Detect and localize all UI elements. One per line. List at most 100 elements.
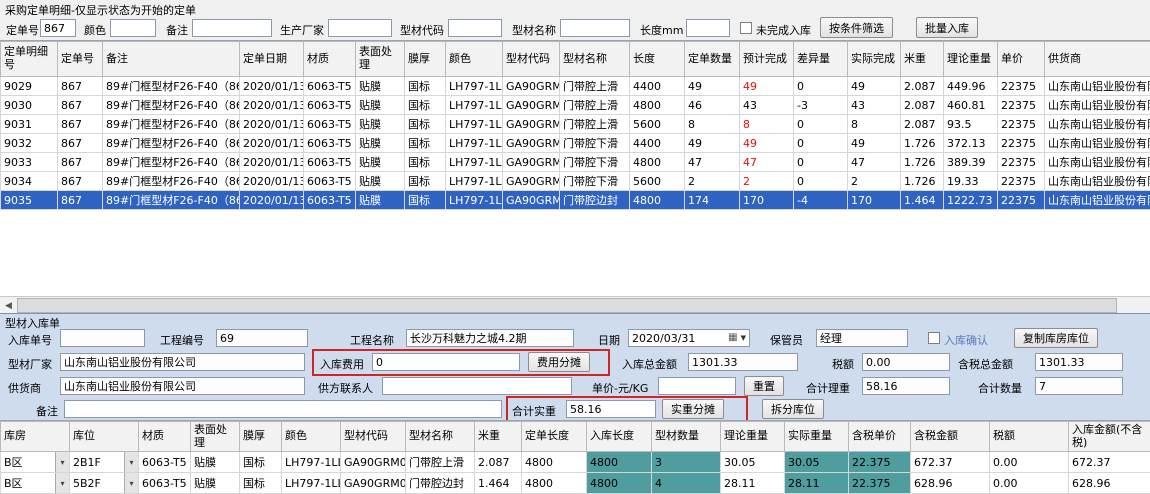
cell[interactable]: 174 [685,191,740,210]
cell[interactable]: 8 [740,115,794,134]
supplier-input[interactable] [60,377,305,395]
cell[interactable]: 2.087 [901,77,944,96]
cell[interactable]: 0.00 [990,473,1069,494]
cell[interactable]: 6063-T5 [139,452,191,473]
cell[interactable]: GA90GRM03 [503,115,560,134]
cell[interactable]: 2.087 [475,452,522,473]
scrollbar-thumb[interactable] [17,298,1117,313]
cell[interactable]: -4 [794,191,848,210]
unit-price-input[interactable] [658,377,736,395]
cell[interactable]: 672.37 [911,452,990,473]
cell[interactable]: 贴膜 [356,153,405,172]
cell[interactable]: LH797-1LL0 [446,115,503,134]
cell[interactable]: 山东南山铝业股份有限公司 [1045,96,1150,115]
cell[interactable]: 22375 [998,134,1045,153]
profile-name-input[interactable] [560,19,630,37]
calendar-icon[interactable]: ▦ [728,333,737,343]
cell[interactable]: 门带腔上滑 [560,96,630,115]
cell[interactable]: 43 [740,96,794,115]
cell[interactable]: 22.375 [849,452,911,473]
cell[interactable]: 1.726 [901,153,944,172]
cell[interactable]: LH797-1LL0 [282,473,341,494]
color-input[interactable] [110,19,156,37]
cell[interactable]: 89#门框型材F26-F40（866+867） [103,134,240,153]
cell[interactable]: 门带腔边封 [560,191,630,210]
cell[interactable]: 93.5 [944,115,998,134]
cell[interactable]: 4800 [630,153,685,172]
cell[interactable]: LH797-1LL0 [446,153,503,172]
cell[interactable]: 门带腔下滑 [560,134,630,153]
cell[interactable]: 1222.73 [944,191,998,210]
tax-total-input[interactable] [1035,353,1123,371]
length-input[interactable] [686,19,730,37]
cell[interactable]: 9032 [1,134,58,153]
cell[interactable]: 4800 [522,473,587,494]
cell[interactable]: 22375 [998,172,1045,191]
date-dropdown-icon[interactable]: ▼ [741,334,746,342]
cell[interactable]: GA90GRM03 [503,96,560,115]
cell[interactable]: 89#门框型材F26-F40（866+867） [103,191,240,210]
cell[interactable]: 6063-T5 [304,96,356,115]
cell[interactable]: GA90GRM04 [503,153,560,172]
dropdown-arrow-icon[interactable]: ▾ [55,473,69,493]
cell[interactable]: 2020/01/13 [240,134,304,153]
cell[interactable]: 山东南山铝业股份有限公司 [1045,172,1150,191]
cell[interactable]: GA90GRM05 [341,473,406,494]
cell[interactable]: 2020/01/13 [240,96,304,115]
factory-input[interactable] [60,353,305,371]
cell[interactable]: 门带腔上滑 [560,115,630,134]
cell[interactable]: -3 [794,96,848,115]
cell[interactable]: LH797-1LL0 [446,77,503,96]
cell[interactable]: 47 [740,153,794,172]
cell[interactable]: 628.96 [1069,473,1150,494]
cell[interactable]: 0 [794,153,848,172]
weight-allocate-button[interactable]: 实重分摊 [662,399,724,419]
supplier-contact-input[interactable] [382,377,572,395]
profile-code-input[interactable] [448,19,502,37]
project-name-input[interactable]: 长沙万科魅力之城4.2期 [406,329,574,347]
cell[interactable]: 国标 [405,191,446,210]
cell[interactable]: 449.96 [944,77,998,96]
cell[interactable]: 6063-T5 [304,191,356,210]
dropdown-arrow-icon[interactable]: ▾ [55,452,69,472]
cell[interactable]: 49 [740,77,794,96]
cell[interactable]: 628.96 [911,473,990,494]
split-location-button[interactable]: 拆分库位 [762,399,824,419]
cell[interactable]: 门带腔下滑 [560,153,630,172]
cell[interactable]: GA90GRM04 [503,172,560,191]
cell[interactable]: 4800 [587,473,652,494]
cell[interactable]: 30.05 [785,452,849,473]
cell[interactable]: 4800 [522,452,587,473]
batch-inbound-button[interactable]: 批量入库 [916,17,978,38]
cell[interactable]: LH797-1LL0 [446,134,503,153]
cell[interactable]: 国标 [240,452,282,473]
cell[interactable]: 47 [848,153,901,172]
cell[interactable]: 6063-T5 [304,172,356,191]
cell[interactable]: 山东南山铝业股份有限公司 [1045,153,1150,172]
cell[interactable]: GA90GRM04 [503,134,560,153]
cell[interactable]: 6063-T5 [304,77,356,96]
cell[interactable]: 867 [58,134,103,153]
table-row[interactable]: 903486789#门框型材F26-F40（866+867）2020/01/13… [1,172,1150,191]
table-row[interactable]: B区▾2B1F▾6063-T5贴膜国标LH797-1LL0GA90GRM03门带… [1,452,1150,473]
table-row[interactable]: 903386789#门框型材F26-F40（866+867）2020/01/13… [1,153,1150,172]
cell[interactable]: 0 [794,172,848,191]
cell[interactable]: 6063-T5 [139,473,191,494]
cell[interactable]: 672.37 [1069,452,1150,473]
cell[interactable]: 5600 [630,172,685,191]
cell[interactable]: 867 [58,115,103,134]
keeper-input[interactable] [816,329,908,347]
table-row[interactable]: 903286789#门框型材F26-F40（866+867）2020/01/13… [1,134,1150,153]
cell[interactable]: 460.81 [944,96,998,115]
cell[interactable]: 贴膜 [191,452,240,473]
cell[interactable]: 9030 [1,96,58,115]
cell[interactable]: 2 [848,172,901,191]
reset-button[interactable]: 重置 [744,376,784,396]
cell[interactable]: 867 [58,77,103,96]
cell[interactable]: 3 [652,452,721,473]
cell[interactable]: 国标 [405,115,446,134]
tax-input[interactable] [862,353,950,371]
inbound-confirm-checkbox[interactable] [928,332,940,344]
cell[interactable]: 9035 [1,191,58,210]
cell[interactable]: 贴膜 [191,473,240,494]
